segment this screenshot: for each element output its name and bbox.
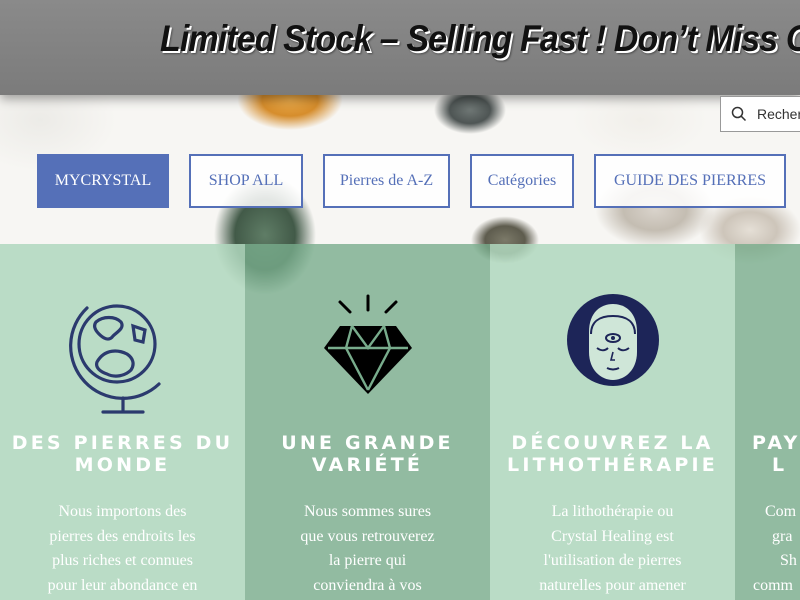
nav-guide-des-pierres[interactable]: GUIDE DES PIERRES: [594, 154, 786, 208]
nav-shop-all[interactable]: SHOP ALL: [189, 154, 303, 208]
third-eye-face-icon: [566, 294, 659, 386]
promo-text: Limited Stock – Selling Fast ! Don’t Mis…: [160, 18, 800, 59]
search-icon: [731, 106, 747, 122]
feature-text: Nous sommes sures que vous retrouverez l…: [300, 503, 435, 594]
feature-text: La lithothérapie ou Crystal Healing est …: [539, 503, 686, 594]
globe-icon: [68, 304, 161, 414]
promo-banner: Limited Stock – Selling Fast ! Don’t Mis…: [0, 0, 800, 95]
nav-categories[interactable]: Catégories: [470, 154, 574, 208]
search-box[interactable]: [720, 96, 800, 132]
feature-title: DES PIERRES DU MONDE: [11, 432, 234, 476]
feature-column: UNE GRANDE VARIÉTÉ Nous sommes sures que…: [245, 244, 490, 600]
feature-column: PAY L Com gra Sh comm: [735, 244, 800, 600]
diamond-icon: [323, 294, 412, 394]
nav-mycrystal[interactable]: MYCRYSTAL: [37, 154, 169, 208]
search-input[interactable]: [755, 105, 800, 123]
feature-text: Nous importons des pierres des endroits …: [47, 503, 198, 594]
feature-title: DÉCOUVREZ LA LITHOTHÉRAPIE: [507, 432, 718, 476]
feature-column: DÉCOUVREZ LA LITHOTHÉRAPIE La lithothéra…: [490, 244, 735, 600]
feature-column: DES PIERRES DU MONDE Nous importons des …: [0, 244, 245, 600]
feature-text: Com gra Sh comm: [753, 503, 797, 594]
nav-pierres-a-z[interactable]: Pierres de A-Z: [323, 154, 450, 208]
feature-title: PAY L: [752, 432, 800, 476]
feature-title: UNE GRANDE VARIÉTÉ: [281, 432, 454, 476]
